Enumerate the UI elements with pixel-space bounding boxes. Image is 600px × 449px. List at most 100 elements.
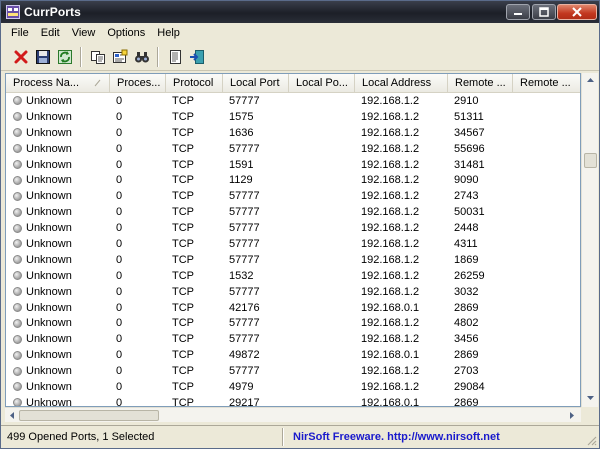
scroll-up-button[interactable] — [583, 73, 598, 88]
column-header-remote-port-name[interactable]: Remote ... — [513, 74, 580, 93]
process-name: Unknown — [26, 253, 72, 266]
table-cell: 3456 — [454, 333, 479, 346]
table-cell: 1129 — [229, 174, 253, 187]
vertical-scrollbar[interactable] — [581, 73, 598, 407]
column-header-protocol[interactable]: Protocol — [166, 74, 223, 93]
resize-grip-icon[interactable] — [585, 434, 597, 446]
table-cell: 2869 — [454, 396, 479, 407]
close-button[interactable] — [557, 4, 597, 20]
table-cell: 49872 — [229, 349, 260, 362]
minimize-icon — [514, 13, 522, 15]
table-cell: 51311 — [454, 110, 484, 123]
minimize-button[interactable] — [506, 4, 530, 20]
close-connection-button[interactable] — [11, 48, 30, 67]
menu-file[interactable]: File — [5, 24, 35, 42]
column-header-local-port-name[interactable]: Local Po... — [289, 74, 355, 93]
table-row[interactable]: Unknown 0 TCP 57777 192.168.1.2 3032 — [6, 284, 580, 300]
table-row[interactable]: Unknown 0 TCP 57777 192.168.1.2 2910 — [6, 93, 580, 109]
column-header-local-address[interactable]: Local Address — [355, 74, 448, 93]
table-cell: TCP — [172, 333, 194, 346]
table-row[interactable]: Unknown 0 TCP 1591 192.168.1.2 31481 — [6, 157, 580, 173]
ports-list[interactable]: Process Na... Proces... Protocol Local P… — [5, 73, 581, 407]
table-cell: 34567 — [454, 126, 485, 139]
html-report-button[interactable] — [165, 48, 184, 67]
column-header-remote-port[interactable]: Remote ... — [448, 74, 513, 93]
find-button[interactable] — [132, 48, 151, 67]
table-cell: TCP — [172, 222, 194, 235]
toolbar — [1, 44, 599, 71]
table-cell: 4311 — [454, 237, 478, 250]
menu-help[interactable]: Help — [151, 24, 186, 42]
table-row[interactable]: Unknown 0 TCP 29217 192.168.0.1 2869 — [6, 395, 580, 407]
menu-options[interactable]: Options — [101, 24, 151, 42]
list-header: Process Na... Proces... Protocol Local P… — [6, 74, 580, 93]
maximize-button[interactable] — [532, 4, 556, 20]
exit-button[interactable] — [187, 48, 206, 67]
status-bar: 499 Opened Ports, 1 Selected NirSoft Fre… — [1, 425, 599, 448]
table-cell: 2869 — [454, 349, 479, 362]
table-cell: Unknown — [6, 190, 110, 202]
table-row[interactable]: Unknown 0 TCP 1575 192.168.1.2 51311 — [6, 109, 580, 125]
table-row[interactable]: Unknown 0 TCP 42176 192.168.0.1 2869 — [6, 300, 580, 316]
table-cell: Unknown — [6, 111, 110, 123]
scroll-right-button[interactable] — [565, 408, 580, 423]
table-row[interactable]: Unknown 0 TCP 57777 192.168.1.2 3456 — [6, 331, 580, 347]
table-row[interactable]: Unknown 0 TCP 57777 192.168.1.2 55696 — [6, 141, 580, 157]
process-name: Unknown — [26, 301, 72, 314]
table-cell: TCP — [172, 142, 194, 155]
table-row[interactable]: Unknown 0 TCP 1129 192.168.1.2 9090 — [6, 172, 580, 188]
table-cell: 2743 — [454, 190, 479, 203]
horizontal-scrollbar[interactable] — [5, 407, 581, 422]
table-row[interactable]: Unknown 0 TCP 57777 192.168.1.2 2703 — [6, 363, 580, 379]
table-cell: TCP — [172, 365, 194, 378]
table-cell: 1575 — [229, 110, 254, 123]
column-header-local-port[interactable]: Local Port — [223, 74, 289, 93]
table-row[interactable]: Unknown 0 TCP 57777 192.168.1.2 50031 — [6, 204, 580, 220]
column-header-process-name[interactable]: Process Na... — [6, 74, 110, 93]
process-icon — [13, 112, 22, 122]
horizontal-scroll-thumb[interactable] — [19, 410, 159, 421]
table-cell: Unknown — [6, 286, 110, 298]
table-cell: Unknown — [6, 270, 110, 282]
table-cell: TCP — [172, 285, 194, 298]
table-cell: 0 — [116, 301, 123, 314]
scroll-left-button[interactable] — [5, 408, 20, 423]
column-header-process-id[interactable]: Proces... — [110, 74, 166, 93]
menu-bar: File Edit View Options Help — [1, 23, 599, 43]
menu-view[interactable]: View — [66, 24, 102, 42]
table-cell: 3032 — [454, 285, 479, 298]
table-cell: 192.168.1.2 — [361, 206, 420, 219]
scroll-down-button[interactable] — [583, 391, 598, 406]
table-row[interactable]: Unknown 0 TCP 1532 192.168.1.2 26259 — [6, 268, 580, 284]
table-cell: Unknown — [6, 365, 110, 377]
table-row[interactable]: Unknown 0 TCP 57777 192.168.1.2 2743 — [6, 188, 580, 204]
table-row[interactable]: Unknown 0 TCP 49872 192.168.0.1 2869 — [6, 347, 580, 363]
table-cell: 57777 — [229, 190, 260, 203]
process-icon — [13, 382, 22, 392]
table-row[interactable]: Unknown 0 TCP 1636 192.168.1.2 34567 — [6, 125, 580, 141]
table-row[interactable]: Unknown 0 TCP 57777 192.168.1.2 4311 — [6, 236, 580, 252]
table-row[interactable]: Unknown 0 TCP 57777 192.168.1.2 1869 — [6, 252, 580, 268]
copy-button[interactable] — [88, 48, 107, 67]
table-cell: 192.168.1.2 — [361, 380, 420, 393]
sort-ascending-icon — [94, 79, 101, 87]
table-cell: 57777 — [229, 94, 260, 107]
table-cell: 192.168.1.2 — [361, 158, 420, 171]
table-row[interactable]: Unknown 0 TCP 57777 192.168.1.2 2448 — [6, 220, 580, 236]
save-button[interactable] — [33, 48, 52, 67]
arrow-up-icon — [587, 78, 594, 82]
status-nirsoft-link[interactable]: NirSoft Freeware. http://www.nirsoft.net — [293, 431, 500, 443]
save-icon — [35, 50, 50, 64]
table-cell: 0 — [116, 333, 123, 346]
title-bar[interactable]: CurrPorts — [1, 1, 599, 23]
table-cell: 0 — [116, 142, 123, 155]
refresh-button[interactable] — [55, 48, 74, 67]
arrow-left-icon — [10, 412, 14, 419]
table-row[interactable]: Unknown 0 TCP 57777 192.168.1.2 4802 — [6, 315, 580, 331]
table-row[interactable]: Unknown 0 TCP 4979 192.168.1.2 29084 — [6, 379, 580, 395]
menu-edit[interactable]: Edit — [35, 24, 66, 42]
process-icon — [13, 144, 22, 154]
properties-button[interactable] — [110, 48, 129, 67]
table-cell: 57777 — [229, 222, 260, 235]
vertical-scroll-thumb[interactable] — [584, 153, 597, 168]
